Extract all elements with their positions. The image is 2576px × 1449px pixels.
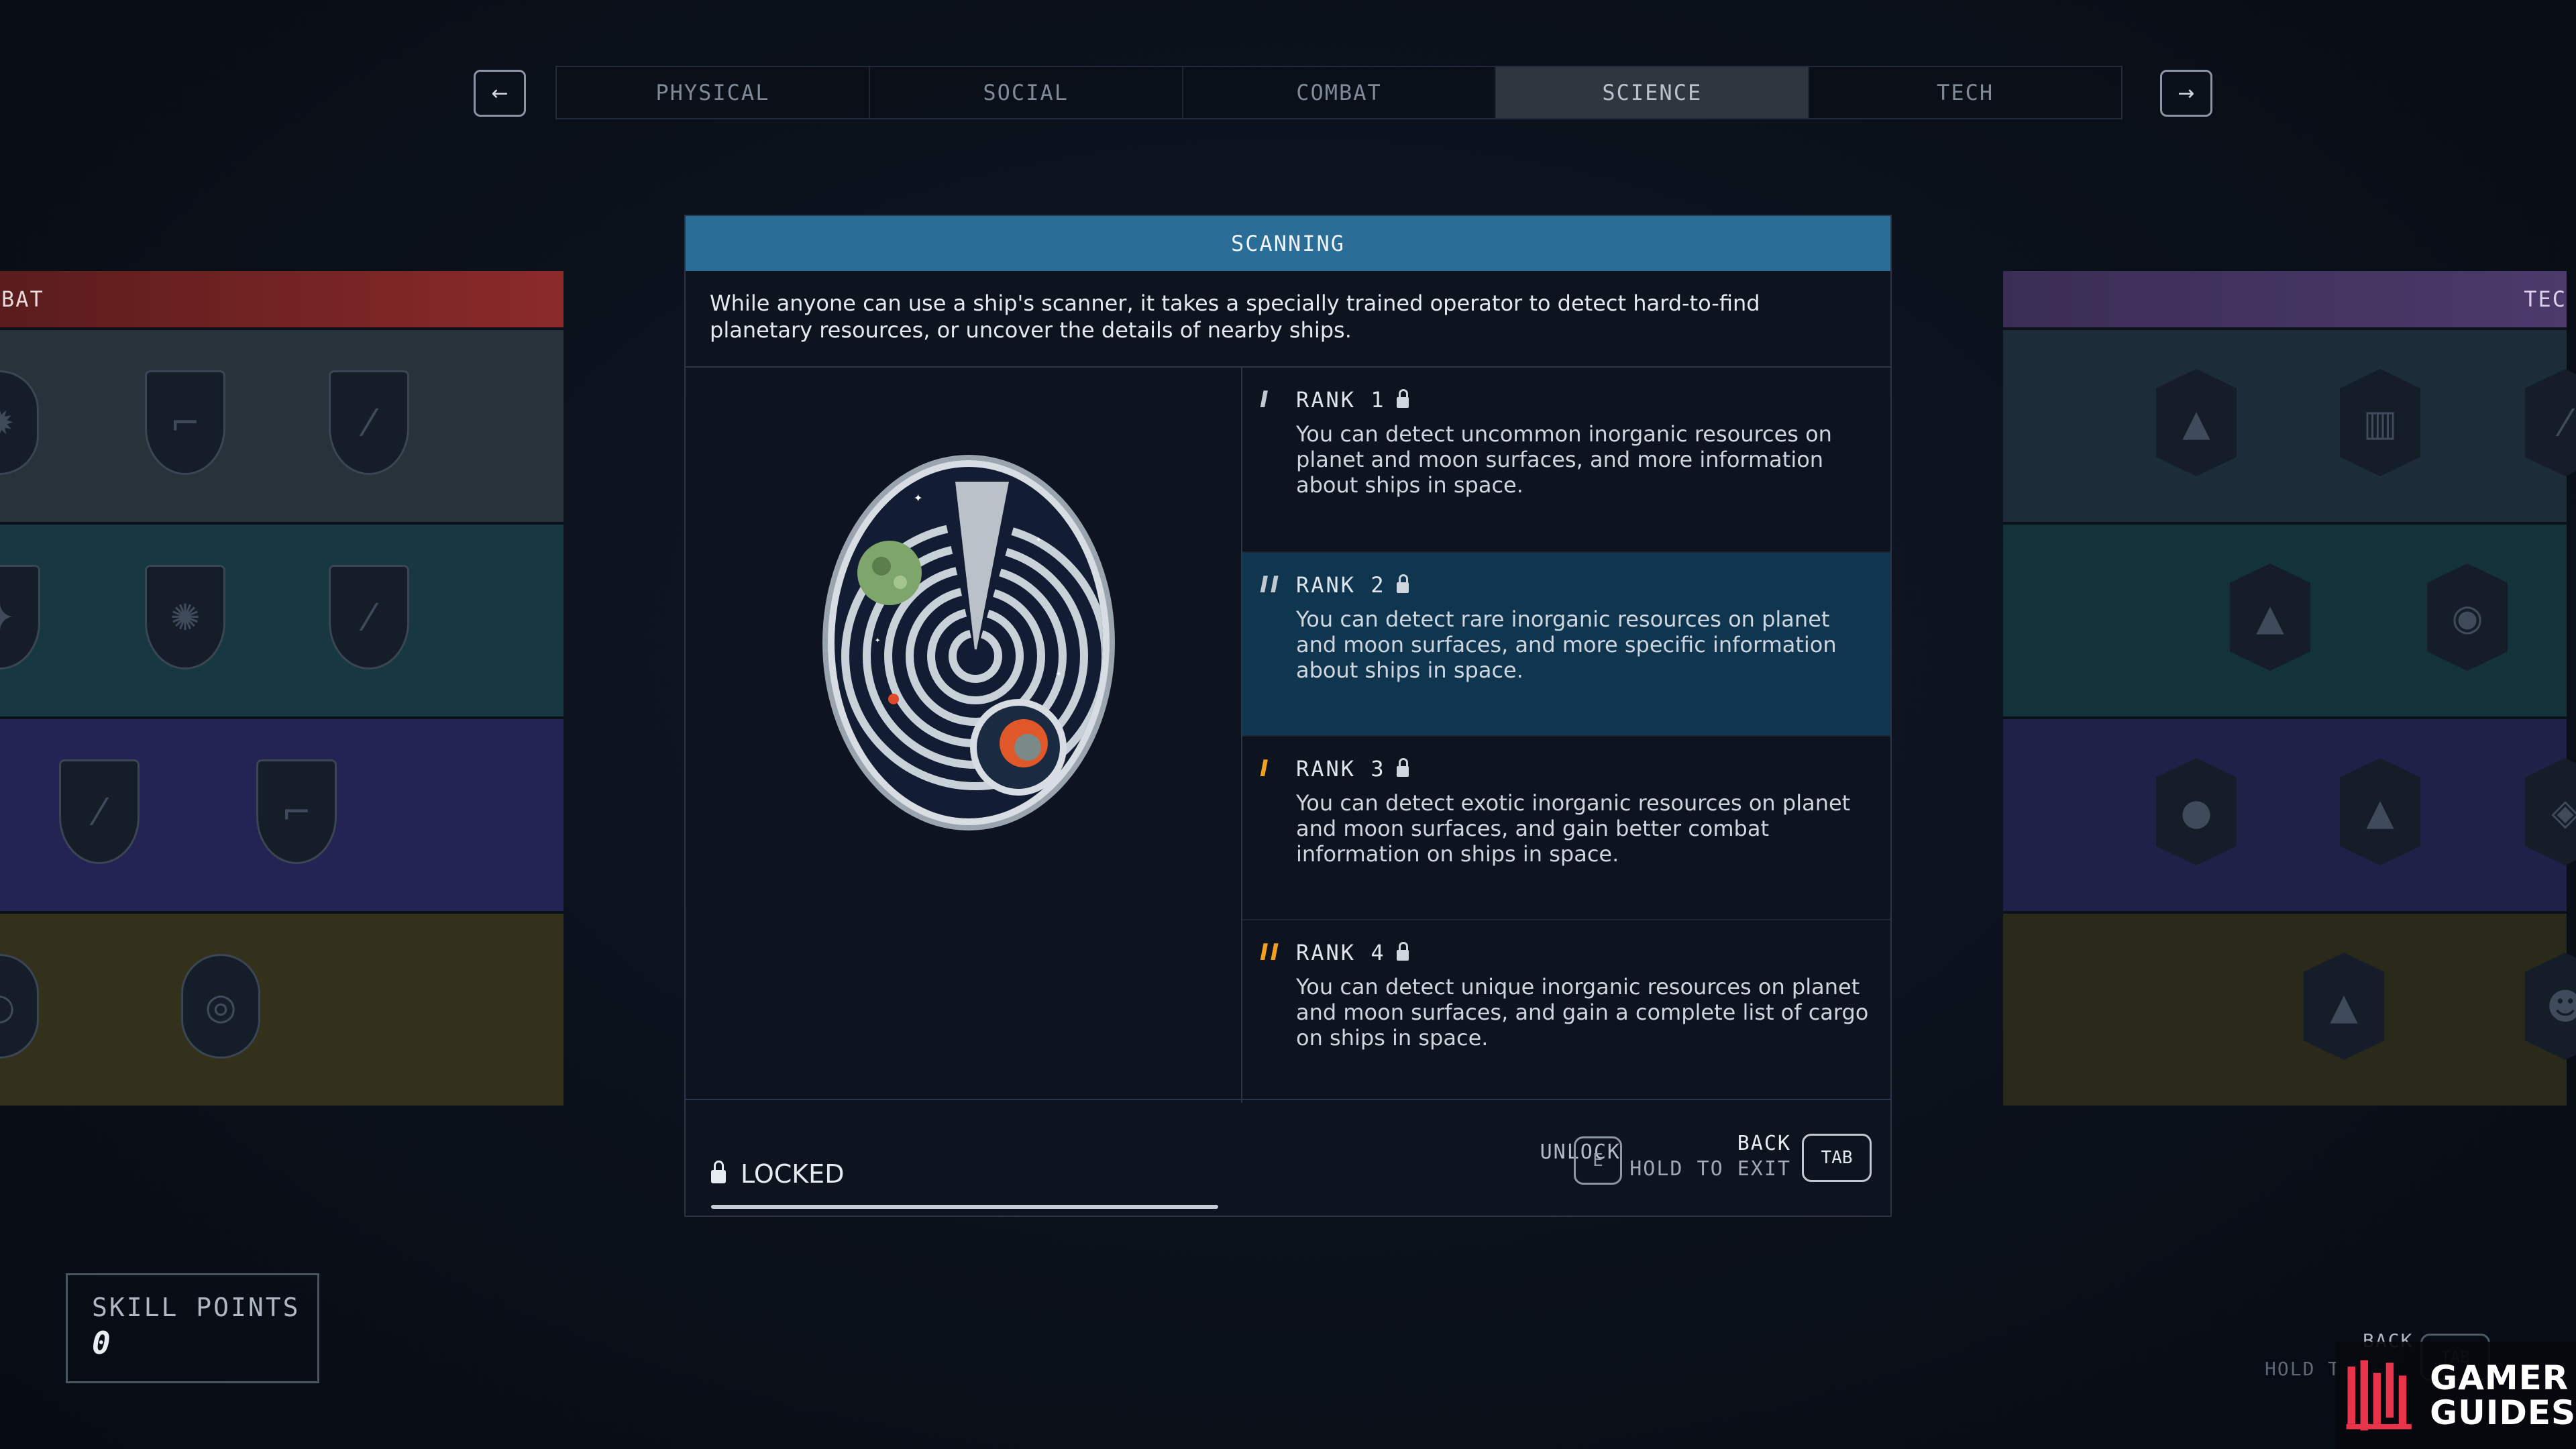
rank-row-3[interactable]: I RANK 3 You can detect exotic inorganic… [1242, 735, 1890, 919]
skill-art-pane: ✦ ✦ ✦ ✦ LOCKED [686, 368, 1242, 1209]
rank-4-mark: II [1260, 939, 1281, 966]
skill-badge-astronaut-icon[interactable]: ☻ [2525, 953, 2576, 1060]
svg-text:✦: ✦ [1056, 668, 1062, 679]
skill-badge-revolver-icon[interactable]: ⌐ [256, 759, 337, 864]
tree-tier-2: ✦ ✺ ⁄ [0, 522, 564, 716]
rank-list: I RANK 1 You can detect uncommon inorgan… [1242, 368, 1890, 1103]
skill-badge-target-icon[interactable]: ◎ [181, 954, 260, 1059]
skill-badge-shuttle-icon[interactable]: ▲ [2340, 758, 2420, 865]
rank-4-label: RANK 4 [1296, 940, 1386, 965]
rank-1-mark: I [1260, 386, 1271, 413]
lock-icon [1396, 942, 1409, 961]
lock-icon [1396, 758, 1409, 777]
combat-skill-tree: BAT ✹ ⌐ ⁄ ✦ ✺ ⁄ ⁄ ⌐ ◐ ◎ [0, 271, 564, 1106]
rank-2-description: You can detect rare inorganic resources … [1296, 606, 1837, 683]
tree-tier-2: ▲ ◉ [2003, 522, 2567, 716]
skill-badge-tool-icon[interactable]: ⁄ [2525, 369, 2576, 476]
prev-category-button[interactable]: ← [474, 70, 526, 117]
rank-1-description: You can detect uncommon inorganic resour… [1296, 421, 1832, 498]
skill-badge-burst-icon[interactable]: ✺ [145, 565, 225, 669]
rank-1-label: RANK 1 [1296, 387, 1386, 413]
skill-badge-rocket-icon[interactable]: ▲ [2230, 564, 2310, 671]
hold-to-exit-label: HOLD TO EXIT [1629, 1157, 1791, 1181]
svg-text:✦: ✦ [1036, 534, 1042, 545]
tech-tree-header: TEC [2003, 271, 2567, 327]
rank-2-label: RANK 2 [1296, 572, 1386, 598]
hold-hint-faded: HOLD T [2265, 1358, 2341, 1380]
back-hint: BACK HOLD TO EXIT [1629, 1131, 1791, 1182]
dialog-footer: UNLOCK BACK HOLD TO EXIT TAB [686, 1099, 1890, 1216]
tab-science[interactable]: SCIENCE [1496, 67, 1810, 118]
lock-icon [1396, 389, 1409, 408]
skill-badge-engine-icon[interactable]: ▥ [2340, 369, 2420, 476]
rank-2-mark: II [1260, 572, 1281, 598]
watermark-line-2: GUIDES [2430, 1393, 2576, 1432]
category-tabs: PHYSICAL SOCIAL COMBAT SCIENCE TECH [555, 66, 2123, 119]
rank-3-description: You can detect exotic inorganic resource… [1296, 790, 1851, 867]
tree-tier-3: ⁄ ⌐ [0, 716, 564, 911]
skill-badge-sun-icon[interactable]: ✹ [0, 370, 39, 475]
skill-badge-shotgun-icon[interactable]: ⁄ [329, 565, 409, 669]
skill-points-value: 0 [92, 1325, 111, 1361]
tab-physical[interactable]: PHYSICAL [557, 67, 870, 118]
watermark-text: GAMER GUIDES [2430, 1360, 2576, 1430]
svg-text:✦: ✦ [914, 489, 922, 506]
svg-text:✦: ✦ [875, 635, 881, 645]
rank-3-label: RANK 3 [1296, 756, 1386, 782]
next-category-button[interactable]: → [2160, 70, 2212, 117]
scanning-patch-icon: ✦ ✦ ✦ ✦ [822, 455, 1115, 830]
arrow-right-icon: → [2178, 81, 2195, 105]
rank-row-4[interactable]: II RANK 4 You can detect unique inorgani… [1242, 919, 1890, 1103]
skill-badge-sniper-icon[interactable]: ⁄ [59, 759, 140, 864]
lock-icon [1396, 574, 1409, 593]
tree-tier-1: ✹ ⌐ ⁄ [0, 327, 564, 522]
skill-badge-ship-icon[interactable]: ▲ [2156, 369, 2237, 476]
skill-body: ✦ ✦ ✦ ✦ LOCKED I RANK 1 You can detect u… [686, 368, 1890, 1209]
skill-badge-pistol-icon[interactable]: ⌐ [145, 370, 225, 475]
tree-tier-4: ▲ ☻ [2003, 911, 2576, 1106]
tech-skill-tree: TEC ▲ ▥ ⁄ ▲ ◉ ● ▲ ◈ ▲ ☻ [2003, 271, 2576, 1106]
watermark-line-1: GAMER [2430, 1358, 2569, 1397]
unlock-key-button[interactable]: E [1574, 1136, 1622, 1185]
skill-badge-rifle-icon[interactable]: ⁄ [329, 370, 409, 475]
skill-badge-armor-icon[interactable]: ◐ [0, 954, 39, 1059]
skill-badge-star-icon[interactable]: ✦ [0, 565, 40, 669]
gamer-guides-watermark: GAMER GUIDES [2336, 1342, 2576, 1449]
skill-description: While anyone can use a ship's scanner, i… [686, 271, 1890, 368]
rank-3-mark: I [1260, 755, 1271, 782]
tree-tier-1: ▲ ▥ ⁄ [2003, 327, 2576, 522]
tab-tech[interactable]: TECH [1809, 67, 2121, 118]
tab-social[interactable]: SOCIAL [870, 67, 1183, 118]
back-key-button[interactable]: TAB [1802, 1134, 1872, 1182]
skill-points-label: SKILL POINTS [92, 1293, 301, 1322]
skill-badge-lander-icon[interactable]: ▲ [2304, 953, 2384, 1060]
gamer-guides-logo-icon [2346, 1360, 2412, 1431]
tab-combat[interactable]: COMBAT [1183, 67, 1497, 118]
rank-row-2[interactable]: II RANK 2 You can detect rare inorganic … [1242, 551, 1890, 735]
skill-badge-satellite-icon[interactable]: ◈ [2525, 758, 2576, 865]
skill-points-panel: SKILL POINTS 0 [66, 1273, 319, 1383]
tree-tier-4: ◐ ◎ [0, 911, 564, 1106]
rank-row-1[interactable]: I RANK 1 You can detect uncommon inorgan… [1242, 368, 1890, 551]
skill-detail-dialog: SCANNING While anyone can use a ship's s… [684, 215, 1892, 1217]
skill-badge-planet-icon[interactable]: ● [2156, 758, 2237, 865]
arrow-left-icon: ← [491, 81, 508, 105]
rank-4-description: You can detect unique inorganic resource… [1296, 974, 1869, 1051]
back-label: BACK [1737, 1132, 1791, 1155]
skill-badge-robot-icon[interactable]: ◉ [2427, 564, 2508, 671]
tree-tier-3: ● ▲ ◈ [2003, 716, 2576, 911]
combat-tree-header: BAT [0, 271, 564, 327]
skill-title: SCANNING [686, 216, 1890, 271]
